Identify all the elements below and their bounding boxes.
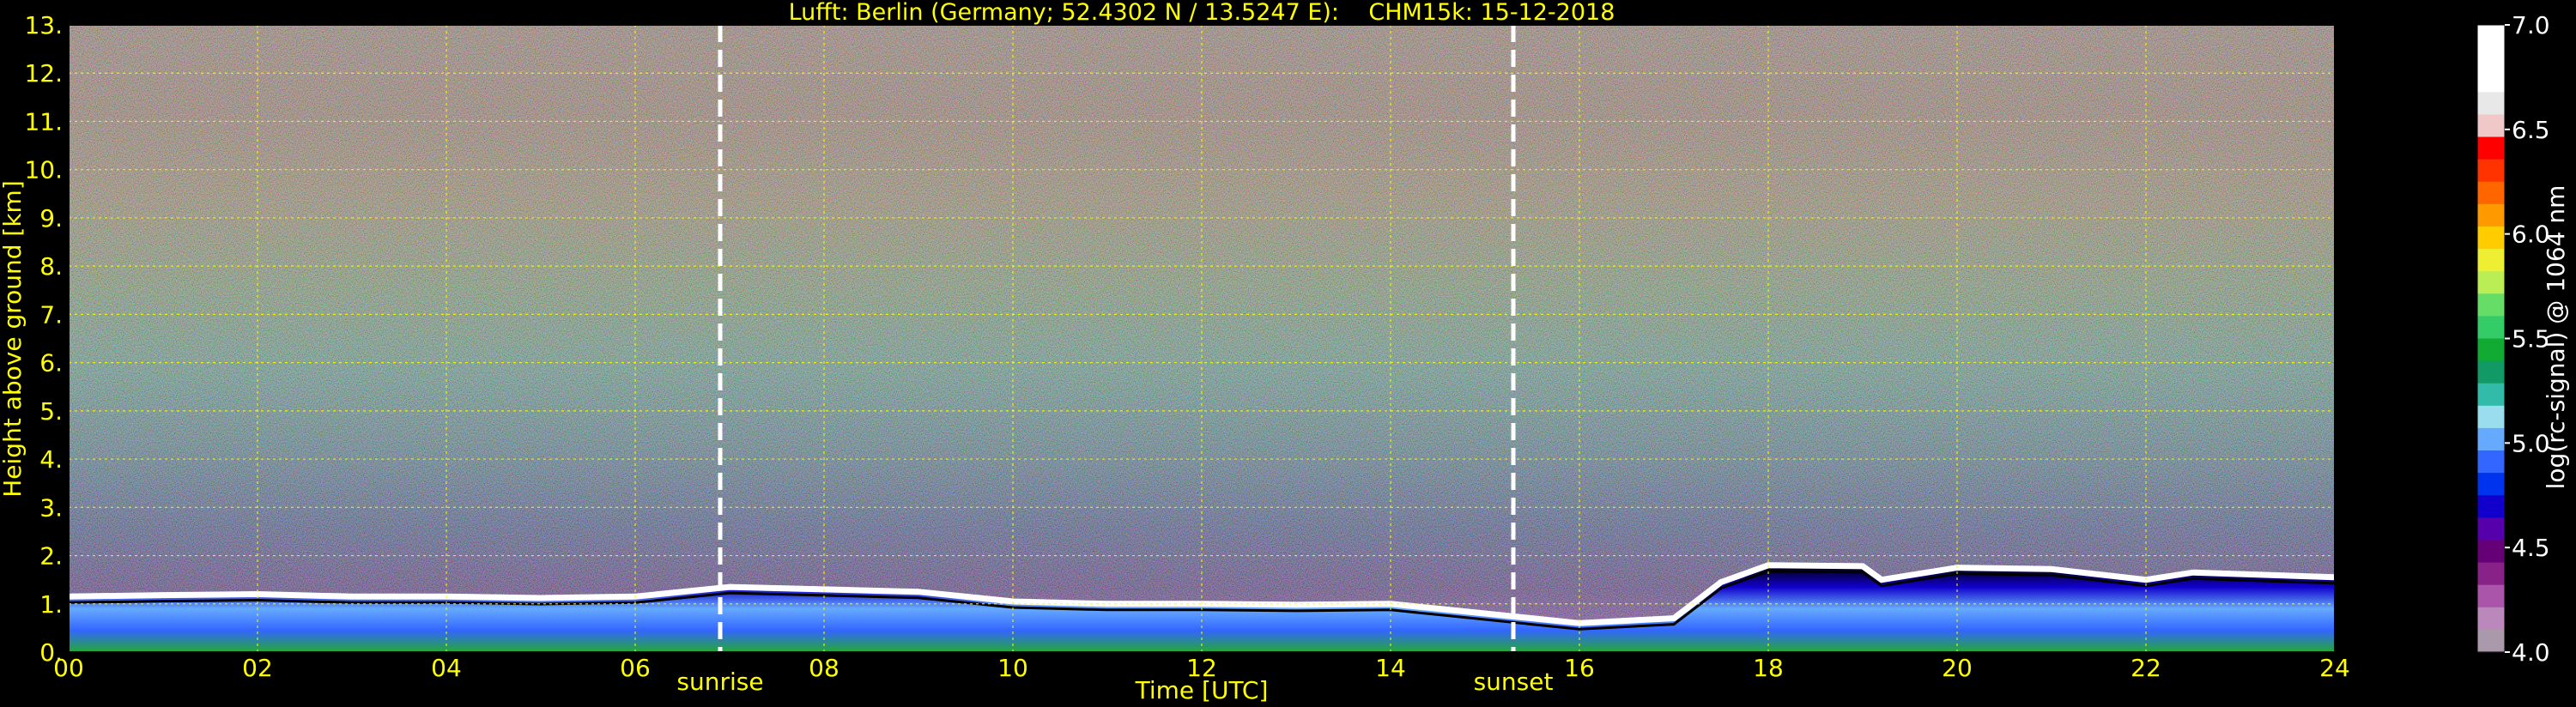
- chart-title: Lufft: Berlin (Germany; 52.4302 N / 13.5…: [789, 0, 1615, 26]
- y-tick-label: 11.: [24, 107, 63, 136]
- colorbar-segment: [2477, 226, 2505, 250]
- y-tick-label: 6.: [39, 349, 63, 378]
- colorbar-segment: [2477, 114, 2505, 138]
- colorbar-tick-label: 7.0: [2512, 11, 2550, 39]
- y-tick-label: 8.: [39, 252, 63, 281]
- colorbar-segment: [2477, 360, 2505, 384]
- x-axis-label: Time [UTC]: [1135, 676, 1269, 704]
- colorbar-segment: [2477, 495, 2505, 518]
- y-axis-ticks: 0. 1. 2. 3. 4. 5. 6. 7. 8. 9. 10. 11. 12. 13.: [24, 11, 63, 667]
- colorbar-segment: [2477, 427, 2505, 451]
- colorbar-segment: [2477, 249, 2505, 272]
- colorbar-segment: [2477, 271, 2505, 294]
- colorbar-segment: [2477, 47, 2505, 70]
- x-tick-label: 10: [997, 654, 1028, 682]
- colorbar-segment: [2477, 517, 2505, 541]
- x-tick-label: 16: [1564, 654, 1595, 682]
- colorbar-segment: [2477, 473, 2505, 496]
- colorbar-segment: [2477, 25, 2505, 48]
- colorbar-segment: [2477, 562, 2505, 586]
- colorbar-label: log(rc-signal) @ 1064 nm: [2542, 185, 2570, 490]
- colorbar-segment: [2477, 540, 2505, 564]
- colorbar-tick-label: 4.0: [2512, 638, 2550, 667]
- x-tick-label: 02: [242, 654, 273, 682]
- colorbar-segment: [2477, 405, 2505, 429]
- colorbar-segment: [2477, 92, 2505, 116]
- y-tick-label: 7.: [39, 300, 63, 329]
- colorbar-segment: [2477, 450, 2505, 474]
- colorbar-segment: [2477, 316, 2505, 340]
- colorbar-segment: [2477, 607, 2505, 631]
- ceilometer-chart: 00 02 04 06 08 10 12 14 16 18 20 22 24 0.1.2.3.4.5.6…: [0, 0, 2570, 704]
- colorbar-segment: [2477, 159, 2505, 183]
- y-tick-label: 12.: [24, 59, 63, 88]
- x-tick-label: 24: [2319, 654, 2350, 682]
- x-tick-label: 08: [809, 654, 839, 682]
- y-tick-label: 2.: [39, 542, 63, 571]
- x-tick-label: 18: [1753, 654, 1784, 682]
- y-tick-label: 0.: [39, 638, 63, 667]
- y-tick-label: 3.: [39, 493, 63, 522]
- y-tick-label: 9.: [39, 204, 63, 233]
- colorbar-segment: [2477, 629, 2505, 653]
- colorbar-segment: [2477, 584, 2505, 608]
- colorbar-segment: [2477, 69, 2505, 93]
- colorbar: [2476, 24, 2506, 653]
- x-tick-label: 06: [620, 654, 651, 682]
- y-tick-label: 5.: [39, 397, 63, 426]
- y-tick-label: 10.: [24, 156, 63, 184]
- y-tick-label: 13.: [24, 11, 63, 39]
- colorbar-segment: [2477, 181, 2505, 205]
- colorbar-segment: [2477, 293, 2505, 317]
- x-tick-label: 04: [431, 654, 462, 682]
- y-tick-label: 4.: [39, 445, 63, 474]
- x-tick-label: 22: [2131, 654, 2161, 682]
- colorbar-tick-label: 4.5: [2512, 534, 2550, 562]
- colorbar-tick-label: 6.5: [2512, 116, 2550, 144]
- colorbar-segment: [2477, 136, 2505, 160]
- colorbar-segment: [2477, 383, 2505, 407]
- sunset-label: sunset: [1474, 668, 1554, 696]
- plot-area: [68, 24, 2336, 653]
- x-tick-label: 20: [1942, 654, 1973, 682]
- colorbar-segment: [2477, 338, 2505, 362]
- colorbar-segment: [2477, 203, 2505, 227]
- y-axis-label: Height above ground [km]: [0, 180, 27, 498]
- x-tick-label: 14: [1375, 654, 1406, 682]
- y-tick-label: 1.: [39, 590, 63, 619]
- sunrise-label: sunrise: [676, 668, 763, 696]
